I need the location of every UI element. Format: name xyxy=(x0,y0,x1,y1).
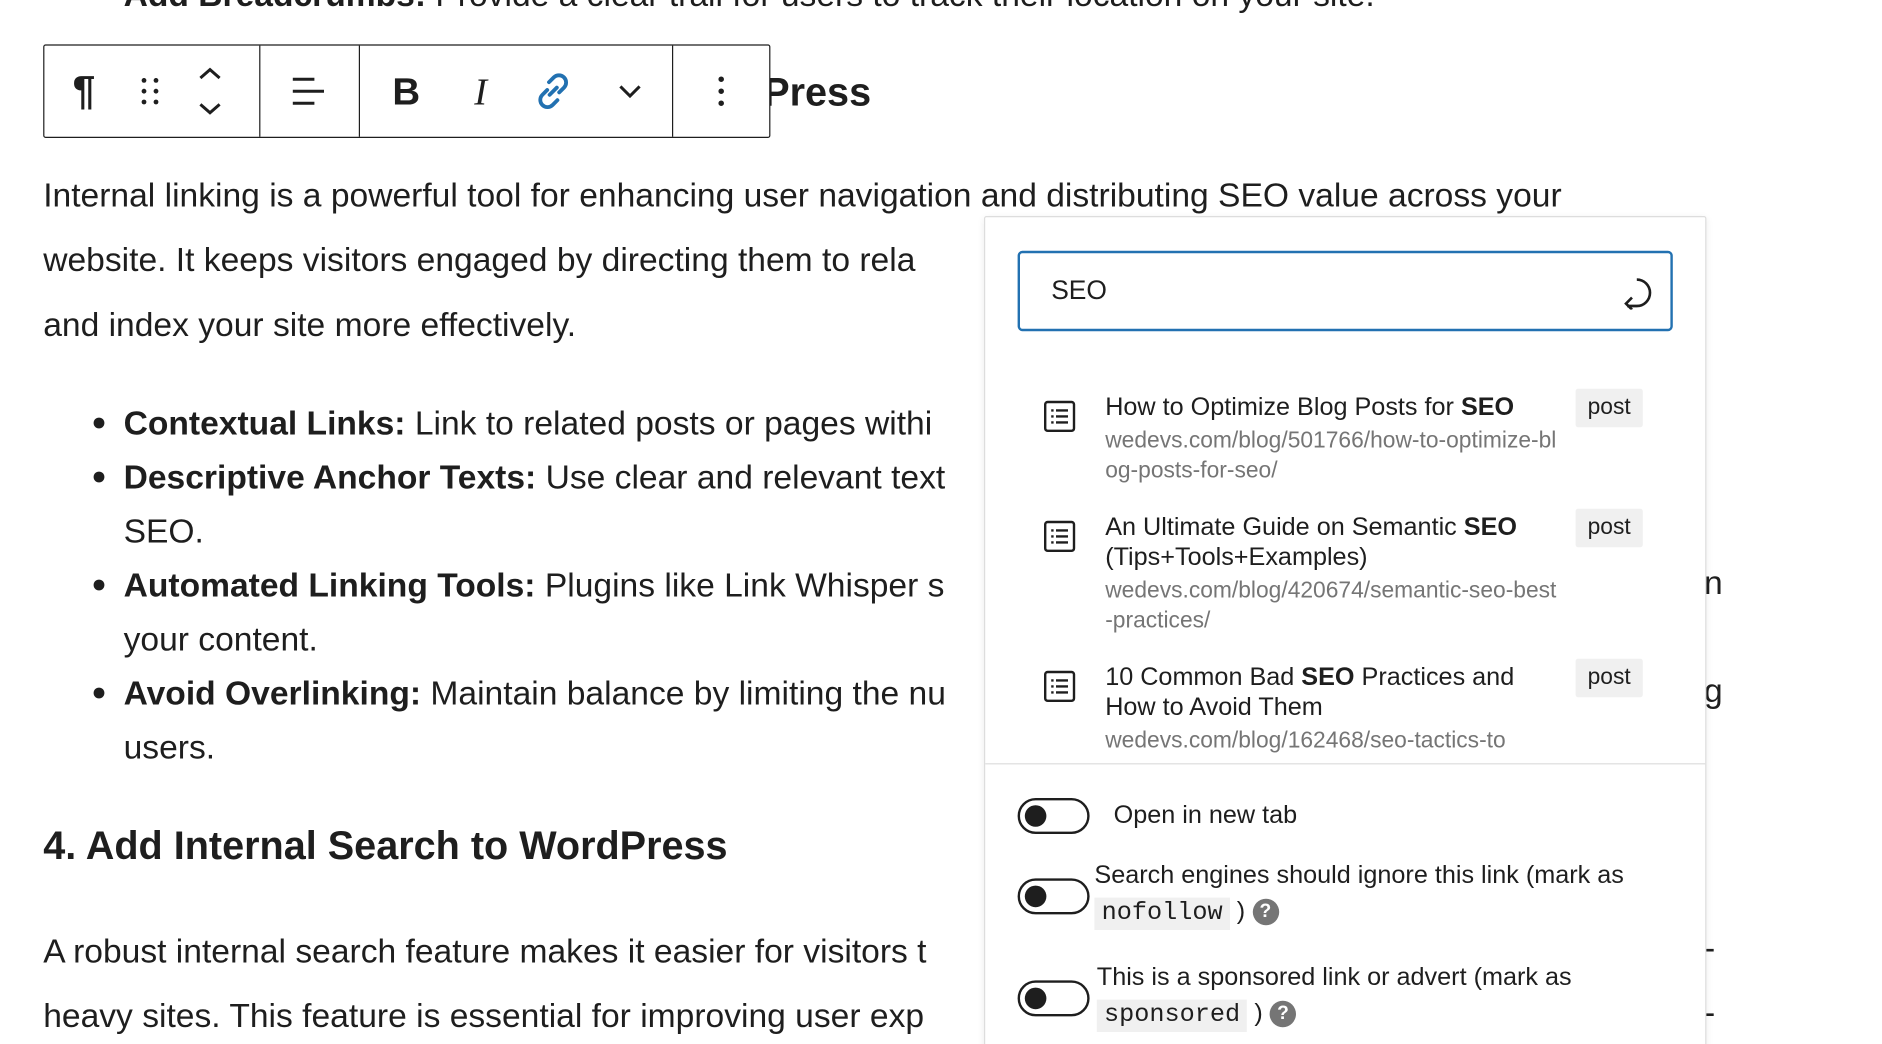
link-icon xyxy=(537,73,568,110)
result-type-badge: post xyxy=(1575,658,1643,698)
block-toolbar: ¶ B I xyxy=(43,44,771,138)
text-fragment: n xyxy=(1704,564,1723,602)
paragraph-button[interactable]: ¶ xyxy=(44,46,123,137)
popover-divider xyxy=(985,763,1706,765)
nofollow-toggle[interactable] xyxy=(1017,878,1090,915)
result-url: wedevs.com/blog/420674/semantic-seo-best… xyxy=(1105,578,1557,634)
align-icon xyxy=(292,77,324,105)
drag-handle[interactable] xyxy=(124,46,177,137)
paragraph-icon: ¶ xyxy=(72,67,96,114)
enter-return-icon xyxy=(1624,278,1652,310)
italic-icon: I xyxy=(474,69,487,113)
search-results-list: How to Optimize Blog Posts for SEO wedev… xyxy=(985,371,1705,763)
options-group xyxy=(673,46,769,137)
format-group: B I xyxy=(359,45,674,137)
search-result-item[interactable]: 10 Common Bad SEO Practices and How to A… xyxy=(1043,658,1667,763)
new-tab-toggle[interactable] xyxy=(1017,798,1090,835)
submit-link-button[interactable] xyxy=(1618,271,1659,312)
section-heading-fragment: Press xyxy=(763,69,872,115)
result-title: 10 Common Bad SEO Practices and How to A… xyxy=(1105,663,1515,722)
text-fragment: g xyxy=(1704,672,1723,710)
help-icon[interactable]: ? xyxy=(1252,899,1279,926)
block-switcher-group: ¶ xyxy=(44,45,261,137)
search-result-item[interactable]: How to Optimize Blog Posts for SEO wedev… xyxy=(1043,388,1667,500)
result-url: wedevs.com/blog/501766/how-to-optimize-b… xyxy=(1105,428,1557,484)
sponsored-code: sponsored xyxy=(1096,999,1248,1032)
nofollow-label: Search engines should ignore this link (… xyxy=(1094,858,1682,932)
result-title: How to Optimize Blog Posts for SEO xyxy=(1105,393,1515,422)
post-list-icon xyxy=(1044,400,1076,433)
search-result-item[interactable]: An Ultimate Guide on Semantic SEO (Tips+… xyxy=(1043,508,1667,650)
align-group xyxy=(260,45,360,137)
italic-button[interactable]: I xyxy=(453,46,508,137)
drag-handle-icon xyxy=(141,78,159,105)
more-rich-text-button[interactable] xyxy=(597,46,662,137)
nofollow-code: nofollow xyxy=(1094,897,1230,931)
link-search-input[interactable] xyxy=(1051,270,1580,311)
link-search-box xyxy=(1017,250,1673,332)
editor-canvas: Add Breadcrumbs: Provide a clear trail f… xyxy=(0,0,1882,1044)
vertical-ellipsis-icon xyxy=(718,76,724,106)
move-up-down-button[interactable] xyxy=(176,46,243,137)
bold-button[interactable]: B xyxy=(359,46,453,137)
chevron-down-icon xyxy=(618,85,641,99)
options-button[interactable] xyxy=(673,46,769,137)
new-tab-label: Open in new tab xyxy=(1113,801,1298,830)
sponsored-label: This is a sponsored link or advert (mark… xyxy=(1096,960,1685,1034)
cut-off-bullet: Add Breadcrumbs: Provide a clear trail f… xyxy=(124,0,1375,14)
result-title: An Ultimate Guide on Semantic SEO (Tips+… xyxy=(1105,513,1518,572)
result-type-badge: post xyxy=(1575,508,1643,548)
post-list-icon xyxy=(1044,520,1076,553)
link-popover: How to Optimize Blog Posts for SEO wedev… xyxy=(984,216,1707,1044)
help-icon[interactable]: ? xyxy=(1269,1001,1297,1028)
section-heading: 4. Add Internal Search to WordPress xyxy=(43,823,728,868)
post-list-icon xyxy=(1044,670,1076,703)
move-up-down-icon xyxy=(199,67,221,115)
align-button[interactable] xyxy=(260,46,356,137)
result-url: wedevs.com/blog/162468/seo-tactics-to xyxy=(1105,728,1506,754)
sponsored-toggle[interactable] xyxy=(1017,980,1090,1017)
bold-icon: B xyxy=(392,69,421,113)
link-button[interactable] xyxy=(508,46,597,137)
result-type-badge: post xyxy=(1575,388,1643,428)
